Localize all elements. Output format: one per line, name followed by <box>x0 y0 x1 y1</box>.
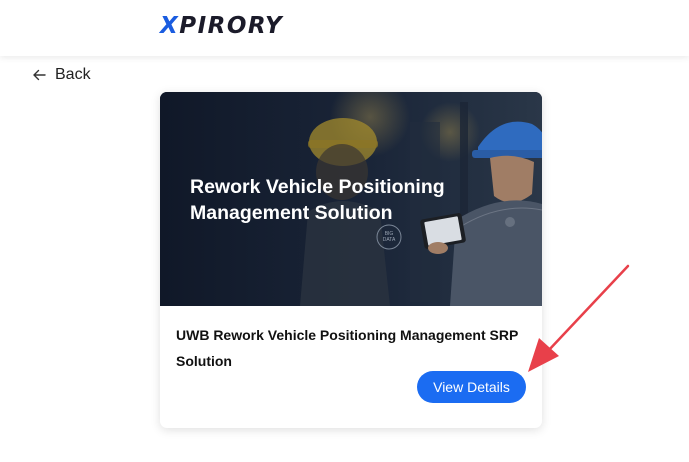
card-title[interactable]: UWB Rework Vehicle Positioning Managemen… <box>176 322 532 374</box>
back-label: Back <box>55 66 91 83</box>
top-header: XPIRORY <box>0 0 689 56</box>
big-data-badge: BIG DATA <box>382 231 396 243</box>
brand-logo[interactable]: XPIRORY <box>160 10 283 42</box>
view-details-button[interactable]: View Details <box>417 371 526 403</box>
back-button[interactable]: Back <box>32 64 91 86</box>
arrow-left-icon <box>33 69 46 81</box>
solution-card[interactable]: BIG DATA Rework Vehicle Positioning Mana… <box>160 92 542 428</box>
logo-x: X <box>160 13 180 39</box>
solution-banner-image[interactable]: BIG DATA Rework Vehicle Positioning Mana… <box>160 92 542 306</box>
banner-title: Rework Vehicle Positioning Management So… <box>190 176 445 224</box>
logo-wordmark: PIRORY <box>179 13 284 39</box>
